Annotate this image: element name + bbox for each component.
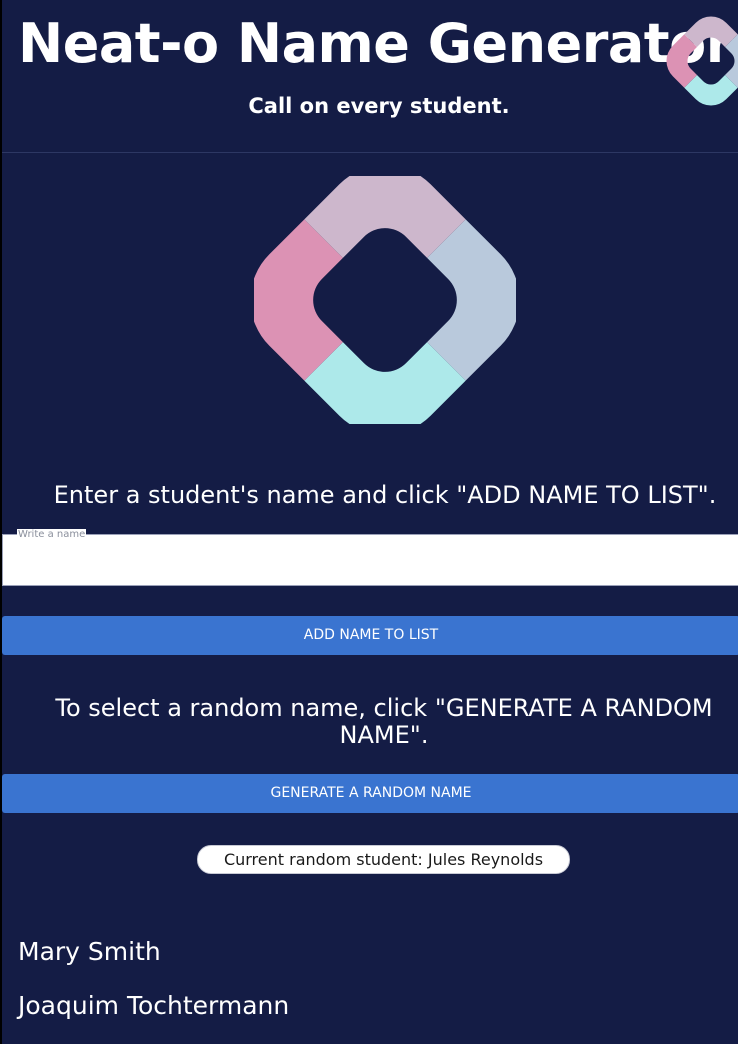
- list-item: Joaquim Tochtermann: [18, 991, 290, 1020]
- app-title: Neat-o Name Generator: [18, 12, 732, 75]
- student-name-list: Mary Smith Joaquim Tochtermann: [18, 934, 289, 1042]
- hero-logo-icon: [254, 176, 516, 424]
- generate-random-name-button[interactable]: GENERATE A RANDOM NAME: [2, 774, 738, 813]
- window-edge: [0, 0, 2, 1044]
- header-divider: [2, 152, 738, 153]
- add-instruction: Enter a student's name and click "ADD NA…: [53, 481, 717, 509]
- add-name-button[interactable]: ADD NAME TO LIST: [2, 616, 738, 655]
- random-instruction: To select a random name, click "GENERATE…: [55, 694, 713, 749]
- name-input-field[interactable]: Write a name: [2, 529, 738, 586]
- list-item: Mary Smith: [18, 937, 161, 966]
- current-random-student: Current random student: Jules Reynolds: [197, 845, 570, 874]
- subtitle: Call on every student.: [248, 94, 510, 118]
- name-input-label: Write a name: [17, 529, 87, 541]
- name-input[interactable]: [15, 547, 719, 577]
